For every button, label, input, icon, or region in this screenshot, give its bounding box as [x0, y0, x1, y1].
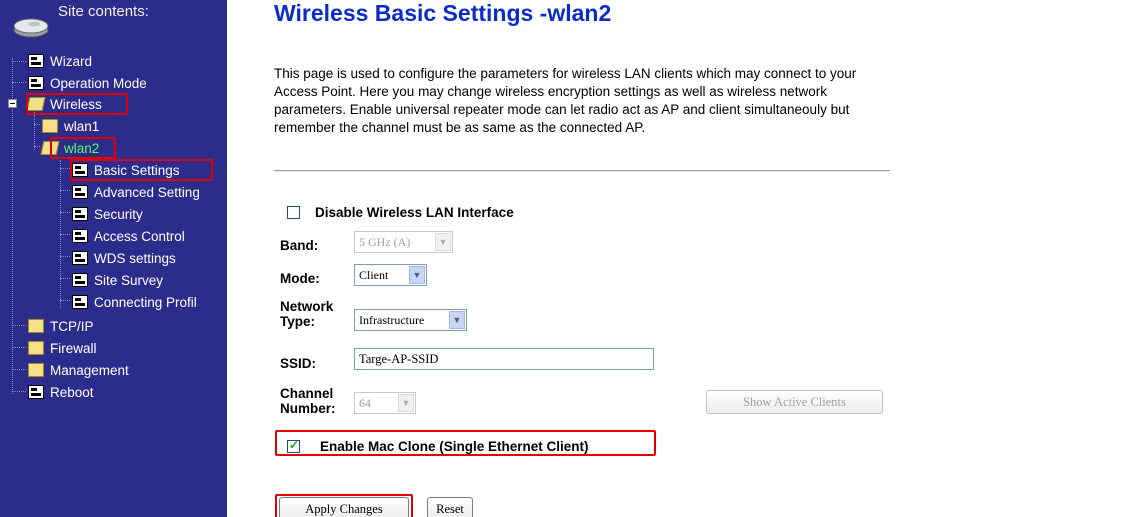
band-select[interactable]: 5 GHz (A) ▼	[354, 231, 453, 253]
divider	[274, 170, 890, 172]
page-icon	[72, 295, 88, 309]
sidebar-item-firewall[interactable]: Firewall	[28, 338, 97, 358]
mode-select[interactable]: Client ▼	[354, 264, 427, 286]
mode-label: Mode:	[280, 271, 320, 286]
sidebar-item-access-control[interactable]: Access Control	[72, 226, 185, 246]
disable-wlan-checkbox[interactable]	[287, 206, 300, 219]
page-icon	[72, 207, 88, 221]
folder-icon	[28, 363, 44, 377]
highlight-box	[275, 494, 413, 517]
folder-icon	[42, 119, 58, 133]
disk-icon	[13, 18, 49, 38]
network-type-select[interactable]: Infrastructure ▼	[354, 309, 467, 331]
network-type-label: Network Type:	[280, 299, 334, 329]
folder-icon	[28, 319, 44, 333]
disable-wlan-label: Disable Wireless LAN Interface	[315, 205, 514, 220]
highlight-box	[50, 137, 116, 159]
highlight-box	[26, 93, 128, 115]
chevron-down-icon: ▼	[409, 266, 425, 284]
page-icon	[28, 385, 44, 399]
highlight-box	[275, 430, 656, 456]
show-active-clients-button[interactable]: Show Active Clients	[706, 390, 883, 414]
sidebar-item-reboot[interactable]: Reboot	[28, 382, 94, 402]
sidebar: Site contents: Wizard Operation Mode Wir…	[0, 0, 227, 517]
page-description: This page is used to configure the param…	[274, 66, 857, 135]
sidebar-item-advanced-settings[interactable]: Advanced Setting	[72, 182, 200, 202]
page-icon	[28, 54, 44, 68]
chevron-down-icon: ▼	[435, 233, 451, 251]
sidebar-item-site-survey[interactable]: Site Survey	[72, 270, 163, 290]
page-title: Wireless Basic Settings -wlan2	[274, 0, 612, 26]
sidebar-item-operation-mode[interactable]: Operation Mode	[28, 73, 147, 93]
sidebar-item-wlan1[interactable]: wlan1	[42, 116, 99, 136]
page-icon	[72, 273, 88, 287]
collapse-icon[interactable]	[8, 99, 17, 108]
page-icon	[72, 251, 88, 265]
folder-icon	[28, 341, 44, 355]
sidebar-item-connecting-profile[interactable]: Connecting Profil	[72, 292, 197, 312]
ssid-input[interactable]: Targe-AP-SSID	[354, 348, 654, 370]
sidebar-item-tcpip[interactable]: TCP/IP	[28, 316, 94, 336]
channel-number-select[interactable]: 64 ▼	[354, 392, 416, 414]
sidebar-item-wizard[interactable]: Wizard	[28, 51, 92, 71]
reset-button[interactable]: Reset	[427, 497, 473, 517]
chevron-down-icon: ▼	[398, 394, 414, 412]
sidebar-title: Site contents:	[58, 3, 149, 20]
page-icon	[72, 185, 88, 199]
sidebar-item-management[interactable]: Management	[28, 360, 129, 380]
page-icon	[72, 229, 88, 243]
band-label: Band:	[280, 238, 319, 253]
chevron-down-icon: ▼	[449, 311, 465, 329]
sidebar-item-wds-settings[interactable]: WDS settings	[72, 248, 176, 268]
main-content: Wireless Basic Settings -wlan2 This page…	[227, 0, 1133, 517]
ssid-label: SSID:	[280, 356, 317, 371]
channel-number-label: Channel Number:	[280, 386, 336, 416]
highlight-box	[70, 159, 213, 181]
page-icon	[28, 76, 44, 90]
sidebar-item-security[interactable]: Security	[72, 204, 143, 224]
